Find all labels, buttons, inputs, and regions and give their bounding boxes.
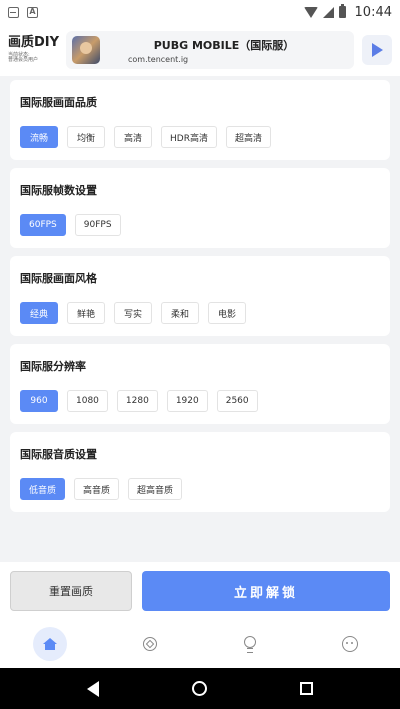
option-button[interactable]: 2560	[216, 390, 258, 412]
bottom-tab-bar	[0, 620, 400, 668]
option-button[interactable]: 柔和	[161, 302, 199, 324]
section-title: 国际服画面品质	[20, 96, 97, 109]
option-group: 流畅 均衡 高清 HDR高清 超高清	[20, 126, 380, 148]
section-resolution: 国际服分辨率 960 1080 1280 1920 2560	[10, 344, 390, 424]
option-group: 经典 鲜艳 写实 柔和 电影	[20, 302, 380, 324]
option-button[interactable]: 60FPS	[20, 214, 66, 236]
section-title: 国际服帧数设置	[20, 184, 97, 197]
battery-icon	[338, 4, 346, 18]
tab-more[interactable]	[333, 627, 367, 661]
option-button[interactable]: 1080	[67, 390, 108, 412]
section-fps: 国际服帧数设置 60FPS 90FPS	[10, 168, 390, 248]
section-quality: 国际服画面品质 流畅 均衡 高清 HDR高清 超高清	[10, 80, 390, 160]
home-circle-icon[interactable]	[191, 681, 207, 696]
option-button[interactable]: HDR高清	[161, 126, 217, 148]
text-a-icon: A	[27, 6, 38, 18]
section-title: 国际服分辨率	[20, 360, 86, 373]
option-button[interactable]: 90FPS	[74, 214, 121, 236]
option-button[interactable]: 鲜艳	[67, 302, 105, 324]
section-audio: 国际服音质设置 低音质 高音质 超高音质	[10, 432, 390, 512]
brand-status: 当前状态: 普通会员用户	[8, 51, 39, 64]
play-button[interactable]	[362, 35, 392, 65]
signal-icon	[322, 6, 334, 18]
game-title: PUBG MOBILE（国际服）	[153, 38, 295, 52]
settings-list: 国际服画面品质 流畅 均衡 高清 HDR高清 超高清 国际服帧数设置 60FPS…	[0, 76, 400, 562]
option-button[interactable]: 均衡	[67, 126, 105, 148]
more-icon	[342, 636, 358, 652]
option-button[interactable]: 960	[20, 390, 58, 412]
section-title: 国际服画面风格	[20, 272, 97, 285]
compass-icon	[143, 637, 157, 651]
action-bar: 重置画质 立即解锁	[0, 562, 400, 620]
mail-icon	[8, 6, 19, 18]
option-button[interactable]: 超高音质	[128, 478, 183, 500]
home-icon	[43, 638, 57, 650]
option-button[interactable]: 高清	[114, 126, 152, 148]
option-button[interactable]: 超高清	[225, 126, 271, 148]
option-group: 低音质 高音质 超高音质	[20, 478, 380, 500]
app-header: 画质DIY 当前状态: 普通会员用户 PUBG MOBILE（国际服） com.…	[0, 24, 400, 76]
option-button[interactable]: 低音质	[20, 478, 66, 500]
option-button[interactable]: 流畅	[20, 126, 58, 148]
status-bar: A 10:44	[0, 0, 400, 24]
option-button[interactable]: 1280	[116, 390, 158, 412]
status-time: 10:44	[354, 4, 392, 20]
wifi-icon	[303, 6, 318, 18]
game-thumbnail	[72, 36, 100, 64]
game-info: PUBG MOBILE（国际服） com.tencent.ig	[100, 37, 348, 64]
back-icon[interactable]	[86, 680, 99, 697]
tab-discover[interactable]	[133, 627, 167, 661]
reset-quality-button[interactable]: 重置画质	[10, 571, 132, 611]
option-button[interactable]: 电影	[208, 302, 246, 324]
system-nav-bar	[0, 668, 400, 709]
option-button[interactable]: 1920	[166, 390, 208, 412]
option-button[interactable]: 经典	[20, 302, 58, 324]
tab-home[interactable]	[33, 627, 67, 661]
recent-apps-icon[interactable]	[300, 682, 314, 695]
section-title: 国际服音质设置	[20, 448, 97, 461]
play-icon	[371, 43, 383, 57]
unlock-button[interactable]: 立即解锁	[142, 571, 390, 611]
option-group: 60FPS 90FPS	[20, 214, 380, 236]
option-button[interactable]: 高音质	[74, 478, 120, 500]
option-group: 960 1080 1280 1920 2560	[20, 390, 380, 412]
brand: 画质DIY 当前状态: 普通会员用户	[8, 36, 60, 63]
option-button[interactable]: 写实	[114, 302, 152, 324]
lightbulb-icon	[244, 636, 256, 653]
section-style: 国际服画面风格 经典 鲜艳 写实 柔和 电影	[10, 256, 390, 336]
game-card[interactable]: PUBG MOBILE（国际服） com.tencent.ig	[66, 31, 354, 69]
game-package: com.tencent.ig	[128, 54, 189, 64]
brand-logo: 画质DIY	[8, 35, 60, 51]
tab-tips[interactable]	[233, 627, 267, 661]
